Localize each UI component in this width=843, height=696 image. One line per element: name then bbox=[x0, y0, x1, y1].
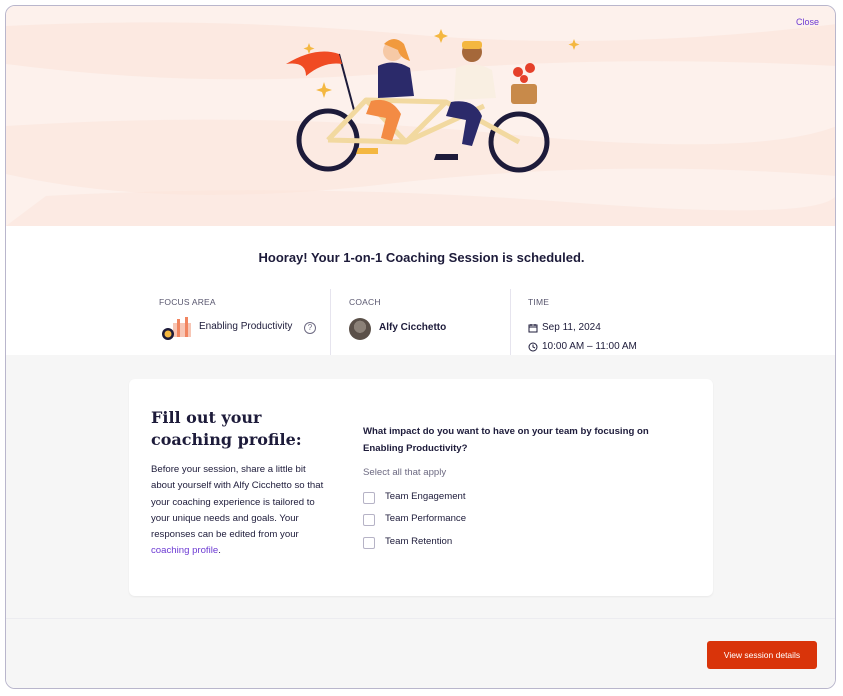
option-label: Team Engagement bbox=[385, 491, 466, 502]
time-column: TIME Sep 11, 2024 10:00 AM – 11:00 AM bbox=[510, 289, 691, 355]
profile-description: Before your session, share a little bit … bbox=[151, 462, 331, 560]
select-hint: Select all that apply bbox=[363, 467, 447, 478]
profile-title: Fill out your coaching profile: bbox=[151, 408, 302, 449]
footer-divider bbox=[6, 618, 835, 619]
focus-area-column: FOCUS AREA Enabling Productivity ? bbox=[141, 289, 330, 355]
view-session-details-button[interactable]: View session details bbox=[707, 641, 817, 669]
productivity-icon bbox=[162, 317, 191, 340]
session-summary: FOCUS AREA Enabling Productivity ? COACH… bbox=[6, 289, 835, 355]
option-label: Team Retention bbox=[385, 536, 453, 547]
profile-description-text: Before your session, share a little bit … bbox=[151, 464, 324, 541]
clock-icon bbox=[528, 342, 538, 352]
confirmation-headline: Hooray! Your 1-on-1 Coaching Session is … bbox=[258, 250, 585, 265]
profile-description-end: . bbox=[218, 545, 221, 557]
session-date: Sep 11, 2024 bbox=[542, 322, 601, 333]
question-circle-icon[interactable]: ? bbox=[304, 322, 316, 334]
coaching-profile-card: Fill out your coaching profile: Before y… bbox=[129, 379, 713, 596]
checkbox[interactable] bbox=[363, 492, 375, 504]
coach-column: COACH Alfy Cicchetto bbox=[330, 289, 511, 355]
time-label: TIME bbox=[528, 297, 550, 307]
coach-name: Alfy Cicchetto bbox=[379, 322, 447, 333]
calendar-icon bbox=[528, 324, 538, 333]
session-time-range: 10:00 AM – 11:00 AM bbox=[542, 341, 637, 352]
coach-avatar bbox=[349, 318, 371, 340]
option-label: Team Performance bbox=[385, 513, 467, 524]
tandem-bicycle-illustration bbox=[6, 22, 835, 226]
focus-area-value: Enabling Productivity bbox=[199, 321, 293, 332]
coach-label: COACH bbox=[349, 297, 381, 307]
session-scheduled-modal: Close Hooray! Your 1-on-1 Coaching Sessi… bbox=[5, 5, 836, 689]
impact-question: What impact do you want to have on your … bbox=[363, 426, 649, 454]
focus-area-label: FOCUS AREA bbox=[159, 297, 216, 307]
hero-banner: Close bbox=[6, 6, 835, 226]
checkbox[interactable] bbox=[363, 537, 375, 549]
close-link[interactable]: Close bbox=[796, 17, 819, 27]
coaching-profile-link[interactable]: coaching profile bbox=[151, 545, 218, 556]
checkbox[interactable] bbox=[363, 514, 375, 526]
